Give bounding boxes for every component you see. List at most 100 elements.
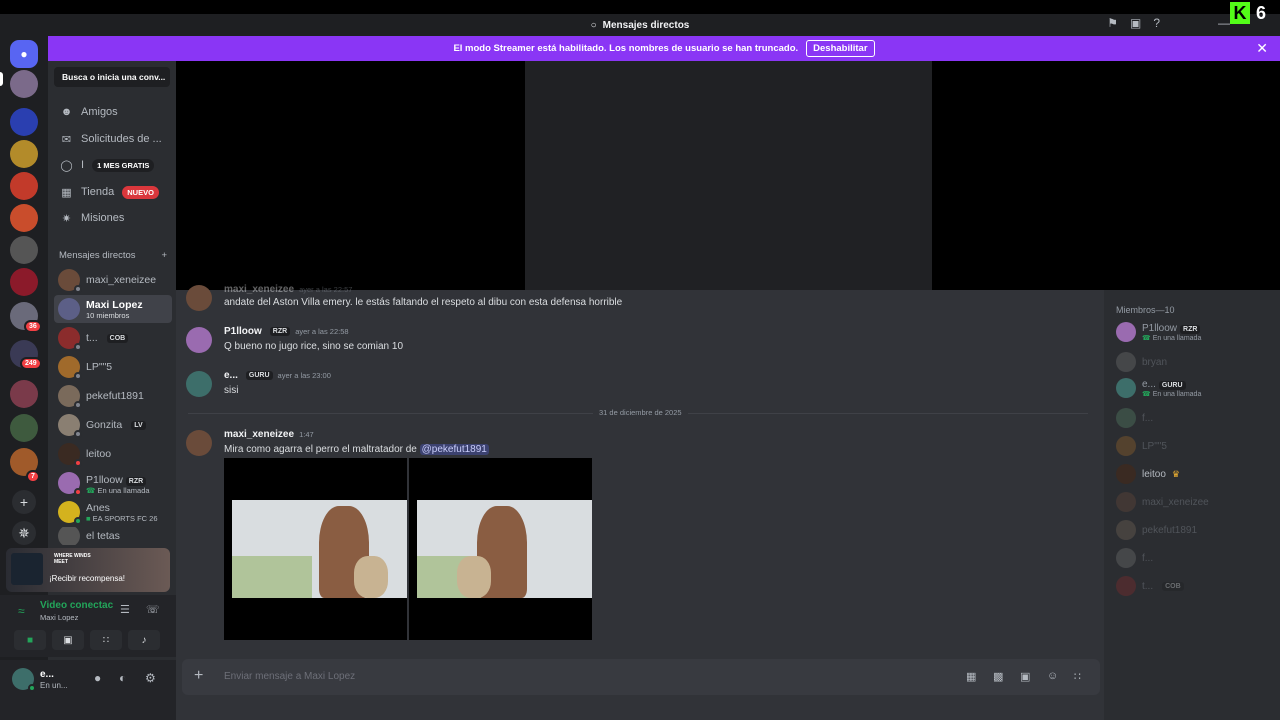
- dm-name: t...: [86, 332, 98, 344]
- camera-button[interactable]: ■: [14, 630, 46, 650]
- dm-item[interactable]: el tetas: [54, 527, 172, 545]
- dm-item[interactable]: pekefut1891: [54, 382, 172, 410]
- message-composer[interactable]: + Enviar mensaje a Maxi Lopez ▦ ▩ ▣ ☺ ∷: [182, 659, 1100, 695]
- dm-name: LP""5: [86, 361, 113, 373]
- video-tile[interactable]: [525, 61, 932, 290]
- member-item[interactable]: e... GURU ☎ En una llamada: [1116, 378, 1201, 398]
- soundboard-button[interactable]: ♪: [128, 630, 160, 650]
- clan-tag: RZR: [269, 327, 291, 336]
- member-item[interactable]: f...: [1116, 408, 1153, 428]
- avatar[interactable]: [186, 430, 212, 456]
- message: maxi_xeneizee ayer a las 22:57 andate de…: [184, 284, 1084, 313]
- server-icon[interactable]: [10, 172, 38, 200]
- dm-item[interactable]: t... COB: [54, 324, 172, 352]
- search-input[interactable]: Busca o inicia una conv...: [54, 67, 170, 87]
- home-button[interactable]: ●: [10, 40, 38, 68]
- quest-promo-card[interactable]: WHERE WINDS MEET ¡Recibir recompensa!: [6, 548, 170, 592]
- apps-icon[interactable]: ∷: [1074, 670, 1081, 683]
- server-folder[interactable]: [10, 380, 38, 408]
- message-author[interactable]: e...: [224, 370, 238, 381]
- dm-item[interactable]: Anes ■ EA SPORTS FC 26: [54, 498, 172, 526]
- server-icon[interactable]: [10, 70, 38, 98]
- close-icon[interactable]: ✕: [1256, 40, 1268, 57]
- server-icon[interactable]: [10, 204, 38, 232]
- nav-shop[interactable]: ▦ Tienda NUEVO: [54, 181, 172, 203]
- attach-plus-icon[interactable]: +: [194, 667, 203, 685]
- mention-badge: 7: [26, 470, 40, 483]
- sticker-icon[interactable]: ▣: [1020, 670, 1030, 683]
- emoji-icon[interactable]: ☺: [1047, 670, 1058, 682]
- dm-item[interactable]: P1lloow RZR ☎ En una llamada: [54, 469, 172, 497]
- help-icon[interactable]: ?: [1153, 16, 1160, 30]
- avatar[interactable]: [186, 371, 212, 397]
- mention-badge: 249: [20, 357, 42, 370]
- headphones-icon[interactable]: ◐: [119, 671, 126, 685]
- image-attachment[interactable]: [409, 458, 592, 640]
- member-item[interactable]: P1lloow RZR ☎ En una llamada: [1116, 322, 1201, 342]
- avatar[interactable]: [186, 285, 212, 311]
- nav-nitro[interactable]: ◯ I 1 MES GRATIS: [54, 154, 172, 176]
- dm-header-label: Mensajes directos: [59, 250, 136, 261]
- avatar: [1116, 322, 1136, 342]
- member-item[interactable]: t... COB: [1116, 576, 1184, 596]
- member-item[interactable]: LP""5: [1116, 436, 1167, 456]
- nav-quests[interactable]: ✷ Misiones: [54, 207, 172, 229]
- gift-icon[interactable]: ▦: [966, 670, 976, 683]
- chat-main: maxi_xeneizee ayer a las 22:57 andate de…: [176, 61, 1280, 720]
- member-item[interactable]: maxi_xeneizee: [1116, 492, 1209, 512]
- status-dot: [74, 430, 82, 438]
- member-status: En una llamada: [1152, 390, 1202, 398]
- microphone-icon[interactable]: ●: [94, 671, 101, 685]
- message-header: P1lloow RZR ayer a las 22:58: [224, 326, 349, 337]
- dm-name: leitoo: [86, 448, 112, 460]
- member-item[interactable]: bryan: [1116, 352, 1167, 372]
- claim-reward-link[interactable]: ¡Recibir recompensa!: [49, 574, 125, 583]
- add-server-button[interactable]: +: [12, 490, 36, 514]
- server-icon[interactable]: [10, 236, 38, 264]
- settings-gear-icon[interactable]: ⚙: [145, 671, 156, 685]
- dm-item[interactable]: LP""5: [54, 353, 172, 381]
- message-author[interactable]: maxi_xeneizee: [224, 284, 294, 295]
- minimize-icon[interactable]: —: [1218, 16, 1230, 30]
- user-avatar[interactable]: [12, 668, 36, 692]
- avatar: [1116, 548, 1136, 568]
- dm-item[interactable]: Gonzita LV: [54, 411, 172, 439]
- disconnect-icon[interactable]: ☏: [146, 603, 160, 616]
- message-author[interactable]: maxi_xeneizee: [224, 429, 294, 440]
- message-input[interactable]: Enviar mensaje a Maxi Lopez: [224, 671, 355, 682]
- user-mention[interactable]: @pekefut1891: [419, 444, 489, 455]
- voice-channel[interactable]: Maxi Lopez: [40, 613, 78, 622]
- server-icon[interactable]: [10, 108, 38, 136]
- disable-streamer-button[interactable]: Deshabilitar: [806, 40, 875, 57]
- dm-name: maxi_xeneizee: [86, 274, 157, 286]
- plus-icon: +: [19, 494, 29, 510]
- member-item[interactable]: pekefut1891: [1116, 520, 1197, 540]
- screen-share-button[interactable]: ▣: [52, 630, 84, 650]
- create-dm-icon[interactable]: +: [161, 250, 167, 261]
- noise-suppression-icon[interactable]: ☰: [120, 603, 130, 616]
- member-item[interactable]: leitoo ♛: [1116, 464, 1180, 484]
- activities-button[interactable]: ∷: [90, 630, 122, 650]
- server-icon[interactable]: [10, 268, 38, 296]
- inbox-icon[interactable]: ▣: [1130, 16, 1141, 30]
- image-attachment[interactable]: [224, 458, 407, 640]
- clan-tag: RZR: [1180, 324, 1201, 334]
- explore-button[interactable]: ✵: [12, 521, 36, 545]
- flag-icon[interactable]: ⚑: [1107, 16, 1118, 30]
- server-icon[interactable]: [10, 140, 38, 168]
- voice-status[interactable]: Video conectac: [40, 600, 113, 611]
- gif-icon[interactable]: ▩: [993, 670, 1003, 683]
- dm-item-active[interactable]: Maxi Lopez 10 miembros: [54, 295, 172, 323]
- nav-friends[interactable]: ☻ Amigos: [54, 101, 172, 123]
- dm-item[interactable]: maxi_xeneizee: [54, 266, 172, 294]
- server-folder[interactable]: [10, 414, 38, 442]
- member-name: P1lloow: [1142, 322, 1178, 334]
- nav-requests[interactable]: ✉ Solicitudes de ...: [54, 128, 172, 150]
- new-badge: NUEVO: [122, 185, 159, 199]
- message-author[interactable]: P1lloow: [224, 326, 262, 337]
- dm-item[interactable]: leitoo: [54, 440, 172, 468]
- avatar[interactable]: [186, 327, 212, 353]
- member-item[interactable]: f...: [1116, 548, 1153, 568]
- attachment-scene: [354, 556, 388, 598]
- signal-icon[interactable]: ≈: [18, 604, 25, 618]
